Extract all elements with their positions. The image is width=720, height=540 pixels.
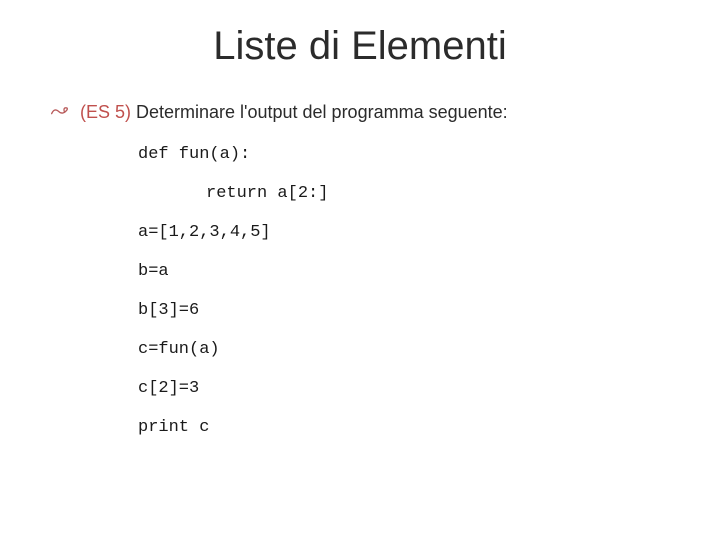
page-title: Liste di Elementi	[50, 24, 670, 69]
code-line: return a[2:]	[138, 185, 670, 202]
code-line: print c	[138, 419, 670, 436]
code-line: c[2]=3	[138, 380, 670, 397]
code-line: c=fun(a)	[138, 341, 670, 358]
slide: Liste di Elementi (ES 5) Determinare l'o…	[0, 0, 720, 540]
bullet-item: (ES 5) Determinare l'output del programm…	[50, 101, 670, 124]
code-line: b=a	[138, 263, 670, 280]
bullet-description: Determinare l'output del programma segue…	[131, 102, 508, 122]
exercise-label: (ES 5)	[80, 102, 131, 122]
swirl-bullet-icon	[50, 103, 70, 126]
code-line: b[3]=6	[138, 302, 670, 319]
code-block: def fun(a): return a[2:] a=[1,2,3,4,5] b…	[138, 146, 670, 436]
bullet-text: (ES 5) Determinare l'output del programm…	[80, 102, 508, 123]
code-line: a=[1,2,3,4,5]	[138, 224, 670, 241]
code-line: def fun(a):	[138, 146, 670, 163]
